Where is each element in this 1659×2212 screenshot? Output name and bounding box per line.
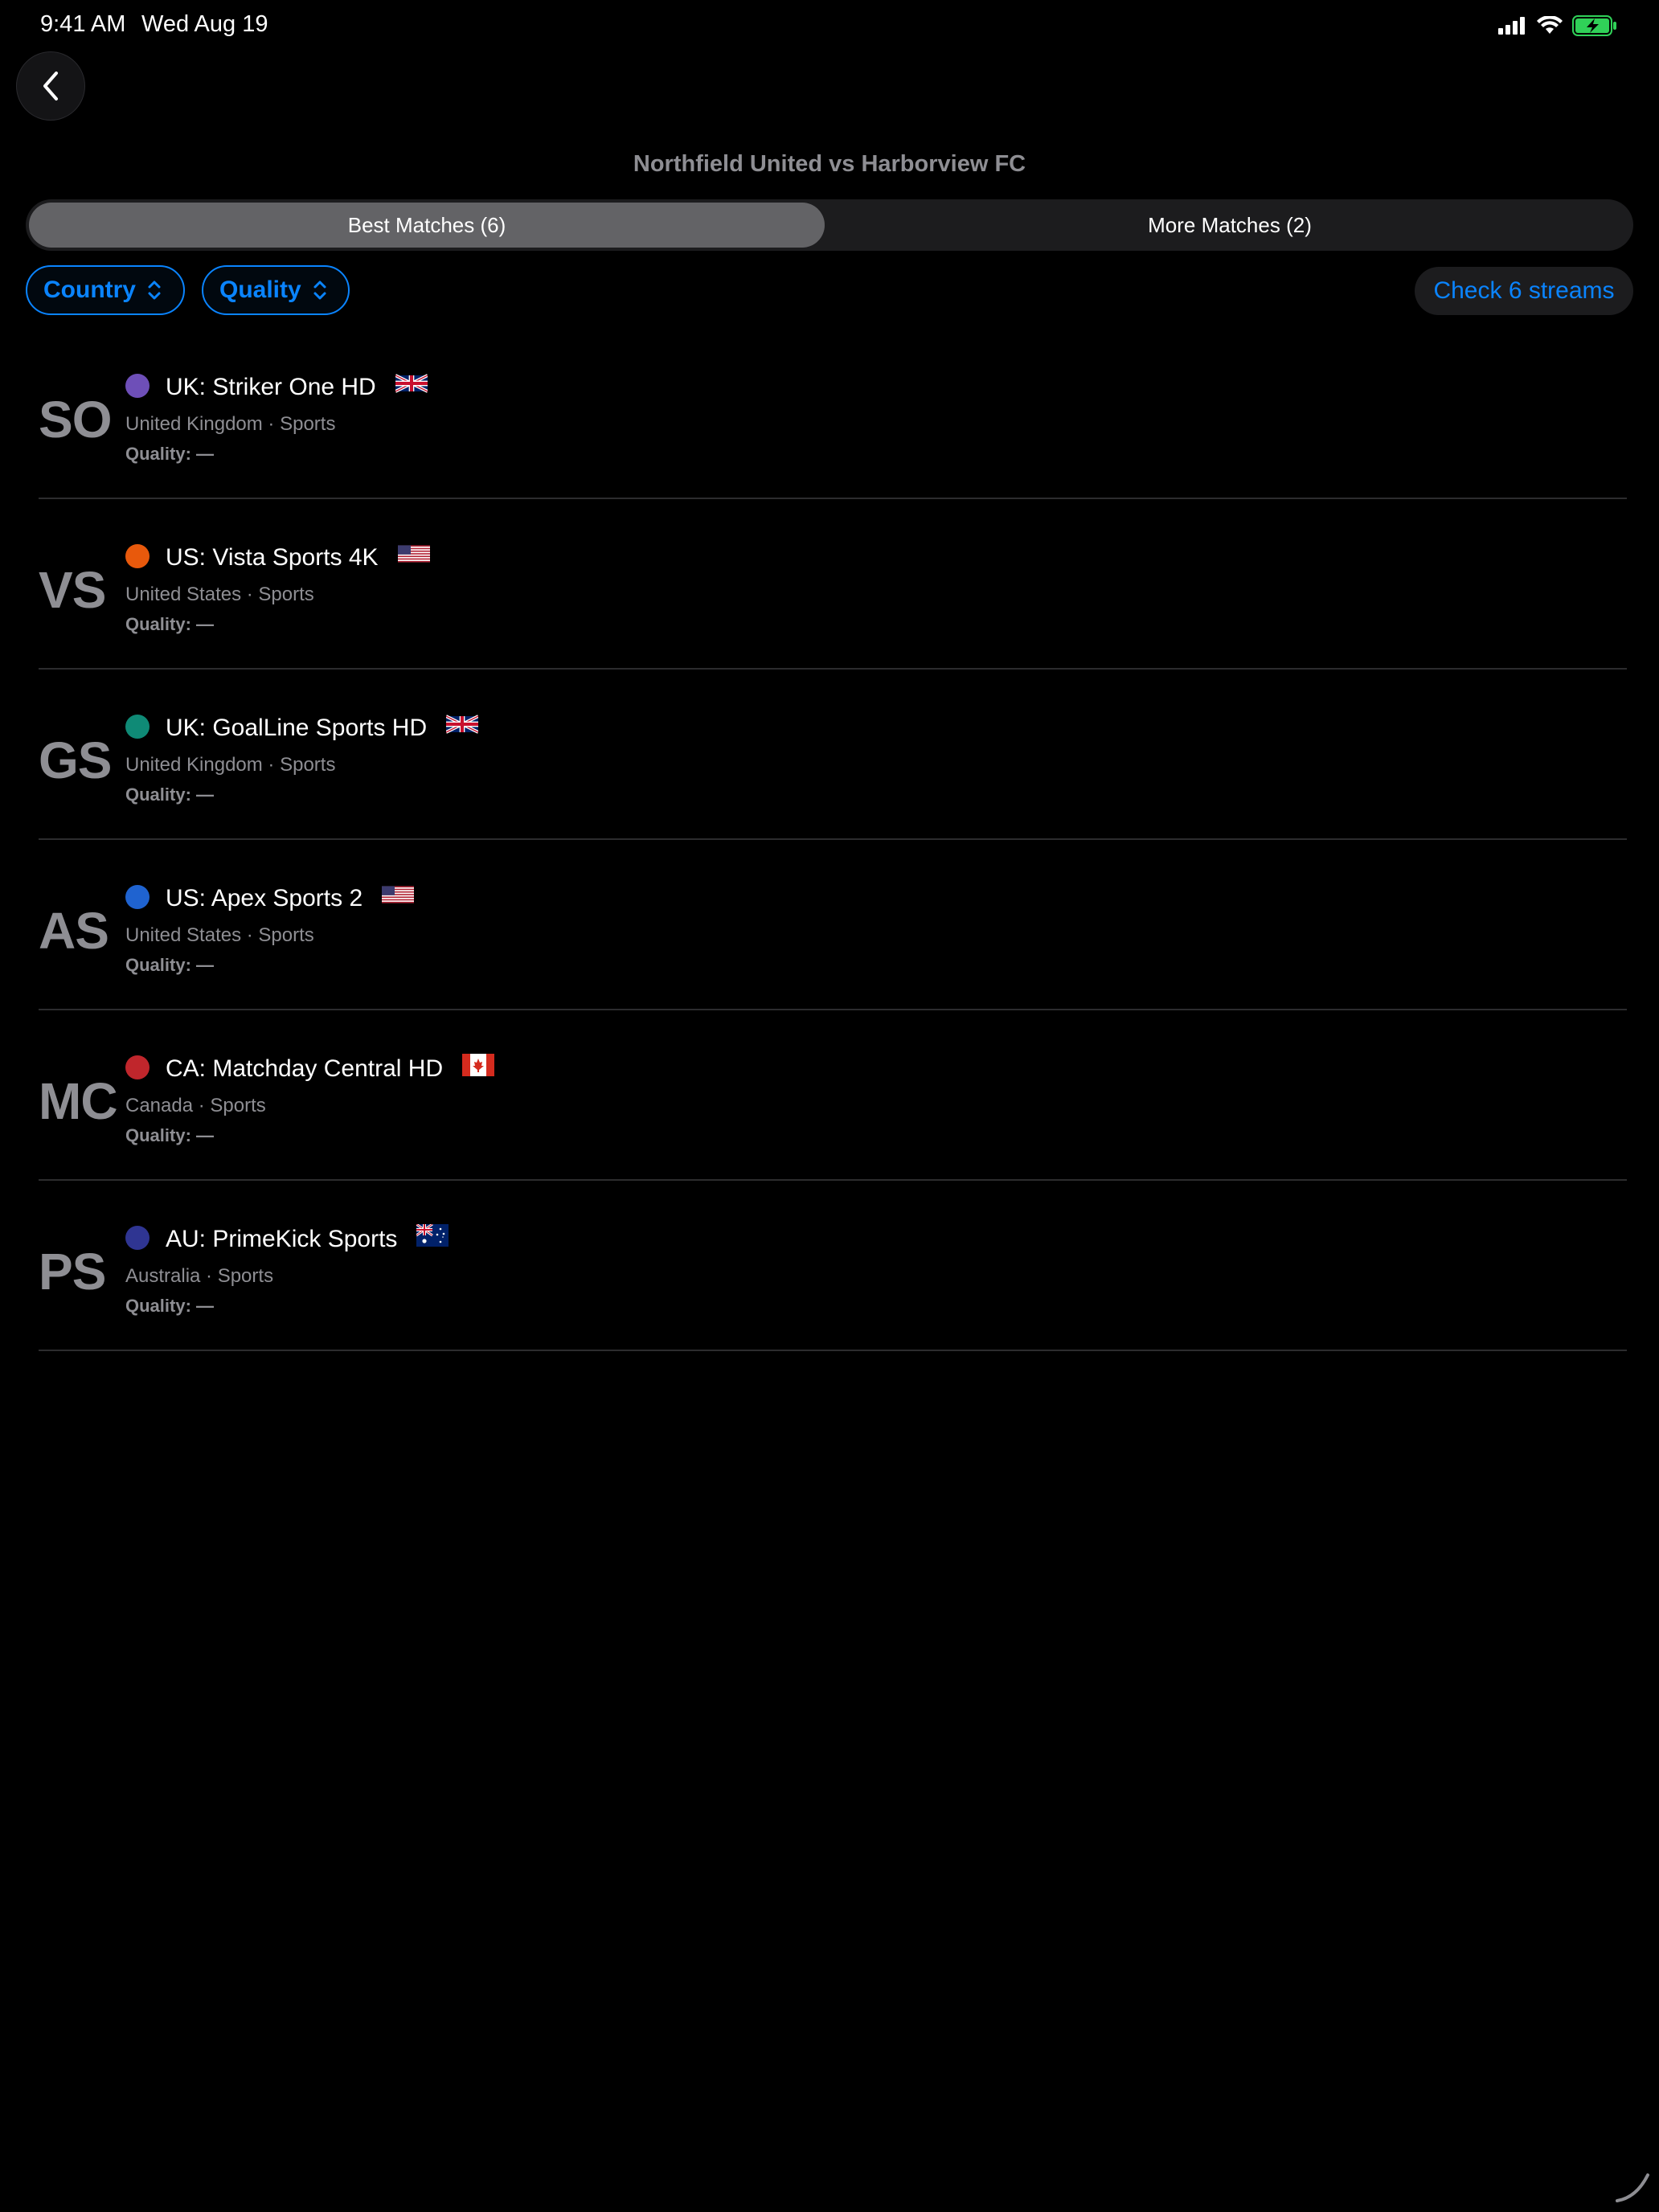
stream-row[interactable]: VS US: Vista Sports 4K United States · S… (39, 499, 1627, 670)
uk-flag-icon (446, 715, 479, 734)
stream-name: UK: GoalLine Sports HD (166, 715, 428, 741)
quality-filter-button[interactable]: Quality (202, 265, 350, 315)
stream-meta: Canada · Sports (125, 1095, 266, 1116)
stream-quality: Quality: — (125, 444, 215, 464)
stream-quality: Quality: — (125, 614, 215, 634)
channel-color-dot (125, 715, 150, 739)
stream-row[interactable]: GS UK: GoalLine Sports HD United Kingdom… (39, 670, 1627, 840)
tab-more-matches[interactable]: More Matches (2) (830, 203, 1630, 248)
channel-color-dot (125, 544, 150, 568)
stream-name: AU: PrimeKick Sports (166, 1226, 398, 1252)
stream-name-line: US: Apex Sports 2 (166, 885, 415, 912)
battery-charging-icon (1572, 15, 1616, 36)
channel-initials: PS (39, 1243, 106, 1301)
stream-name: US: Apex Sports 2 (166, 885, 363, 911)
stream-quality: Quality: — (125, 784, 215, 805)
quality-filter-label: Quality (219, 276, 301, 303)
stream-row[interactable]: MC CA: Matchday Central HD Canada · Spor… (39, 1010, 1627, 1181)
stream-name-line: US: Vista Sports 4K (166, 544, 430, 571)
au-flag-icon (416, 1224, 449, 1247)
back-button[interactable] (16, 51, 85, 121)
status-icons (1498, 14, 1617, 37)
channel-color-dot (125, 1055, 150, 1079)
stream-list: SO UK: Striker One HD United Kingdom · S… (0, 329, 1659, 1351)
tab-best-matches[interactable]: Best Matches (6) (29, 203, 825, 248)
stream-name: US: Vista Sports 4K (166, 544, 379, 571)
channel-color-dot (125, 374, 150, 398)
ca-flag-icon (462, 1054, 495, 1076)
stream-row[interactable]: PS AU: PrimeKick Sports Australia · Spor… (39, 1181, 1627, 1351)
country-filter-label: Country (43, 276, 136, 303)
stream-quality: Quality: — (125, 1125, 215, 1145)
chevron-up-down-icon (148, 281, 161, 300)
us-flag-icon (382, 886, 415, 903)
stream-row[interactable]: SO UK: Striker One HD United Kingdom · S… (39, 329, 1627, 499)
stream-row[interactable]: AS US: Apex Sports 2 United States · Spo… (39, 840, 1627, 1010)
uk-flag-icon (395, 374, 428, 393)
resize-handle-icon[interactable] (1612, 2165, 1651, 2204)
stream-name: CA: Matchday Central HD (166, 1055, 444, 1082)
channel-initials: AS (39, 902, 109, 960)
stream-meta: Australia · Sports (125, 1265, 274, 1287)
wifi-icon (1537, 16, 1563, 34)
stream-name-line: UK: Striker One HD (166, 374, 428, 401)
stream-name-line: AU: PrimeKick Sports (166, 1224, 449, 1253)
us-flag-icon (397, 545, 430, 563)
stream-meta: United Kingdom · Sports (125, 413, 336, 435)
status-time: 9:41 AM (40, 11, 126, 37)
channel-initials: MC (39, 1072, 118, 1130)
channel-initials: GS (39, 731, 112, 789)
stream-meta: United States · Sports (125, 924, 314, 946)
chevron-up-down-icon (313, 281, 326, 300)
stream-meta: United Kingdom · Sports (125, 754, 336, 776)
cellular-signal-icon (1498, 17, 1525, 35)
chevron-left-icon (43, 72, 58, 100)
stream-quality: Quality: — (125, 1296, 215, 1316)
status-bar: 9:41 AM Wed Aug 19 (0, 0, 1659, 51)
stream-name-line: CA: Matchday Central HD (166, 1054, 495, 1083)
page-title: Northfield United vs Harborview FC (633, 151, 1026, 177)
country-filter-button[interactable]: Country (26, 265, 185, 315)
channel-initials: VS (39, 561, 106, 619)
channel-color-dot (125, 885, 150, 909)
stream-name-line: UK: GoalLine Sports HD (166, 715, 479, 742)
channel-color-dot (125, 1226, 150, 1250)
segmented-control: Best Matches (6) More Matches (2) (26, 199, 1633, 251)
stream-name: UK: Striker One HD (166, 374, 376, 400)
status-date: Wed Aug 19 (141, 11, 268, 37)
channel-initials: SO (39, 391, 112, 449)
stream-meta: United States · Sports (125, 584, 314, 605)
check-streams-button[interactable]: Check 6 streams (1415, 267, 1633, 315)
stream-quality: Quality: — (125, 955, 215, 975)
